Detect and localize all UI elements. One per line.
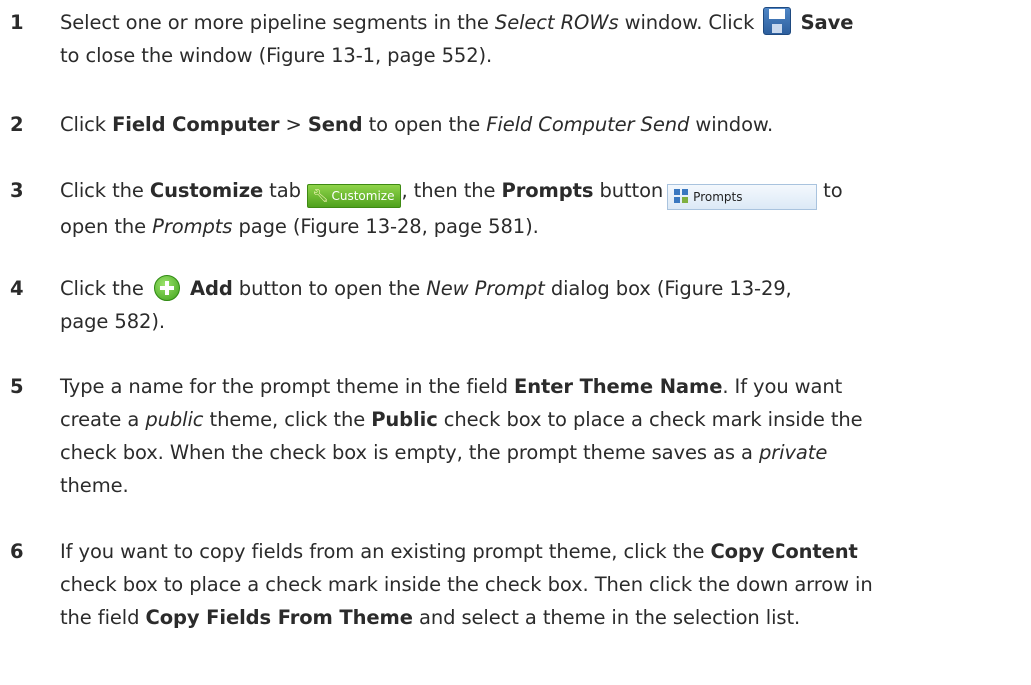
ui-term: Public bbox=[371, 408, 438, 431]
window-name: Field Computer Send bbox=[486, 113, 690, 136]
step-4: 4 Click the Add button to open the New P… bbox=[10, 272, 1025, 338]
step-text: Type a name for the prompt theme in the … bbox=[60, 375, 863, 497]
dialog-name: New Prompt bbox=[426, 277, 545, 300]
ui-term: Customize bbox=[149, 179, 264, 202]
step-text: If you want to copy fields from an exist… bbox=[60, 540, 873, 629]
step-number: 6 bbox=[10, 540, 24, 563]
step-1: 1 Select one or more pipeline segments i… bbox=[10, 6, 1025, 72]
ui-term: Send bbox=[307, 113, 363, 136]
window-name: Select ROWs bbox=[494, 11, 619, 34]
ui-term: Prompts bbox=[501, 179, 594, 202]
step-text: Click the Customize tab 🔧︎ Customize, the… bbox=[60, 179, 843, 238]
step-number: 4 bbox=[10, 277, 24, 300]
step-number: 1 bbox=[10, 11, 24, 34]
step-text: Click Field Computer > Send to open the … bbox=[60, 113, 774, 136]
ui-term: Save bbox=[800, 11, 854, 34]
prompts-grid-icon bbox=[674, 189, 689, 203]
page-name: Prompts bbox=[152, 215, 233, 238]
ui-term: Copy Content bbox=[710, 540, 858, 563]
add-icon bbox=[153, 275, 180, 301]
wrench-icon: 🔧︎ bbox=[311, 189, 329, 204]
ui-term: Enter Theme Name bbox=[514, 375, 723, 398]
step-6: 6 If you want to copy fields from an exi… bbox=[10, 535, 1025, 634]
step-3: 3 Click the Customize tab 🔧︎ Customize, t… bbox=[10, 174, 1025, 243]
step-number: 2 bbox=[10, 113, 24, 136]
ui-term: Copy Fields From Theme bbox=[145, 606, 413, 629]
step-text: Click the Add button to open the New Pro… bbox=[60, 275, 792, 333]
step-text: Select one or more pipeline segments in … bbox=[60, 6, 1025, 72]
step-number: 5 bbox=[10, 375, 24, 398]
ui-term: Field Computer bbox=[112, 113, 280, 136]
step-2: 2 Click Field Computer > Send to open th… bbox=[10, 108, 1025, 141]
ui-term: Add bbox=[189, 277, 233, 300]
step-5: 5 Type a name for the prompt theme in th… bbox=[10, 370, 1025, 502]
prompts-button-image: Prompts bbox=[667, 184, 818, 210]
customize-tab-image: 🔧︎ Customize bbox=[306, 184, 402, 208]
step-number: 3 bbox=[10, 179, 24, 202]
save-icon bbox=[763, 7, 792, 35]
